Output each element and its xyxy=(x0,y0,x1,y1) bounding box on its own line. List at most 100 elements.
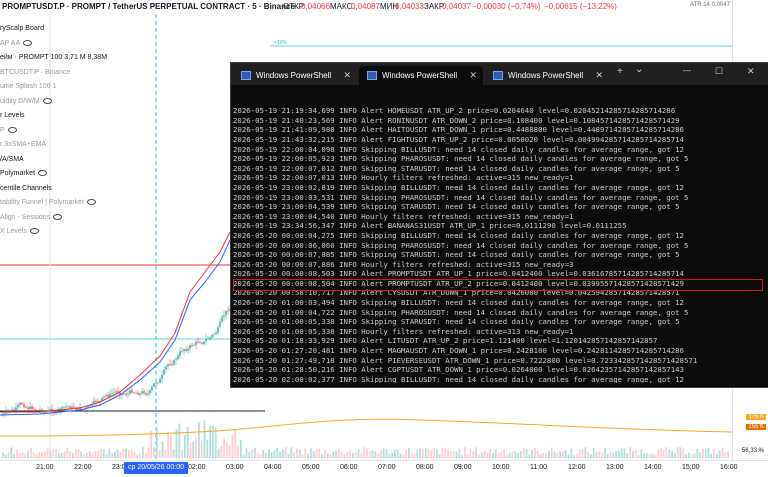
candle-body xyxy=(39,409,41,411)
indicator-item[interactable]: ryScalp Board xyxy=(0,25,44,32)
volume-bar xyxy=(458,449,461,458)
volume-bar xyxy=(69,451,71,458)
volume-bar xyxy=(349,450,351,458)
candle-body xyxy=(151,386,153,391)
eye-icon[interactable] xyxy=(29,228,39,235)
terminal-output[interactable]: 2026-05-19 21:19:34,699 INFO Alert HOMEU… xyxy=(233,87,767,383)
indicator-item[interactable]: r 3xSMA+EMA xyxy=(0,141,46,148)
candle-body xyxy=(127,393,129,395)
tab-powershell-2[interactable]: Windows PowerShell ✕ xyxy=(359,66,483,85)
volume-bar xyxy=(651,453,654,458)
indicator-label: r 3xSMA+EMA xyxy=(0,141,47,148)
volume-bar xyxy=(352,453,354,458)
eye-icon[interactable] xyxy=(42,97,52,104)
volume-bar xyxy=(94,451,97,458)
candle-body xyxy=(215,332,217,335)
volume-bar xyxy=(38,452,41,458)
volume-bar xyxy=(606,453,609,458)
indicator-item[interactable]: r Levels xyxy=(0,112,25,119)
time-tick-label: 15:00 xyxy=(682,464,700,471)
high-label: МАКС xyxy=(330,2,353,11)
indicator-item[interactable]: centile Channels xyxy=(0,185,52,192)
volume-bar xyxy=(466,454,469,458)
volume-label-1: 175 K xyxy=(746,414,766,420)
volume-bar xyxy=(433,448,435,458)
time-tick-label: 06:00 xyxy=(340,464,358,471)
tab-powershell-3[interactable]: Windows PowerShell ✕ xyxy=(485,66,609,85)
candle-body xyxy=(49,409,51,411)
volume-bar xyxy=(632,451,634,458)
maximize-button[interactable]: ☐ xyxy=(715,66,723,77)
terminal-line: 2026-05-19 23:00:03,531 INFO Skipping PH… xyxy=(233,192,689,202)
close-tab-icon[interactable]: ✕ xyxy=(595,66,603,85)
volume-bar xyxy=(534,447,536,458)
eye-icon[interactable] xyxy=(38,170,48,177)
volume-bar xyxy=(612,452,615,458)
indicator-item[interactable]: tability Funnel | Polymarket xyxy=(0,199,96,206)
indicator-item[interactable]: Polymarket xyxy=(0,170,48,177)
close-value: 0,04037 xyxy=(442,2,471,11)
candle-body xyxy=(183,349,185,351)
indicator-item[interactable]: ейм · PROMPT 100 3,71 M 8,38M xyxy=(0,54,107,61)
indicator-item[interactable]: Align - Sessions xyxy=(0,213,63,221)
candle-body xyxy=(17,405,19,408)
eye-icon[interactable] xyxy=(53,213,63,220)
indicator-item[interactable]: BTCUSDT.P · Binance xyxy=(0,69,70,76)
volume-bar xyxy=(172,449,175,458)
high-value: 0,04087 xyxy=(351,2,380,11)
volume-bar xyxy=(167,431,169,458)
indicator-item[interactable]: ume Splash 100 1 xyxy=(0,83,56,90)
minimize-button[interactable]: — xyxy=(683,66,691,75)
candle-body xyxy=(159,379,161,383)
candle-body xyxy=(135,392,137,394)
indicator-item[interactable]: uidity D/W/M xyxy=(0,98,52,105)
tab-dropdown-button[interactable]: ⌄ xyxy=(635,64,643,75)
volume-bar xyxy=(46,448,49,458)
highlight-box xyxy=(233,279,763,291)
volume-bar xyxy=(570,448,573,458)
time-axis[interactable]: 21:0022:0023:001:0002:0003:0004:0005:000… xyxy=(0,460,768,477)
eye-icon[interactable] xyxy=(7,126,17,133)
new-tab-button[interactable]: + xyxy=(617,66,623,77)
candle-body xyxy=(25,407,27,408)
volume-bar xyxy=(514,451,517,458)
indicator-item[interactable]: /A/SMA xyxy=(0,156,24,163)
volume-bar xyxy=(298,449,301,458)
close-window-button[interactable]: ✕ xyxy=(747,66,755,77)
indicator-label: Align - Sessions xyxy=(0,213,51,221)
indicator-item[interactable]: AP AA xyxy=(0,39,33,47)
volume-bar xyxy=(478,454,480,458)
close-tab-icon[interactable]: ✕ xyxy=(343,66,351,85)
candle-body xyxy=(111,393,113,395)
close-tab-icon[interactable]: ✕ xyxy=(469,66,477,85)
indicator-item[interactable]: X Levels xyxy=(0,228,39,235)
powershell-icon xyxy=(493,71,503,81)
powershell-window[interactable]: Windows PowerShell ✕ Windows PowerShell … xyxy=(230,62,768,388)
volume-bar xyxy=(690,454,693,458)
candle-body xyxy=(211,334,213,338)
indicator-item[interactable]: P xyxy=(0,127,17,134)
candle-body xyxy=(187,348,189,351)
volume-bar xyxy=(128,450,130,458)
candle-body xyxy=(213,334,215,335)
volume-bar xyxy=(528,454,531,458)
volume-bar xyxy=(567,454,570,458)
eye-icon[interactable] xyxy=(23,39,33,46)
symbol-title[interactable]: PROMPTUSDT.P · PROMPT / TetherUS PERPETU… xyxy=(2,2,295,11)
tab-bar: Windows PowerShell ✕ Windows PowerShell … xyxy=(231,63,768,85)
volume-bar xyxy=(665,447,668,458)
volume-bar xyxy=(114,451,116,458)
tab-label: Windows PowerShell xyxy=(508,71,584,80)
volume-bar xyxy=(576,453,578,458)
volume-bar xyxy=(354,452,357,458)
eye-icon[interactable] xyxy=(86,199,96,206)
tab-powershell-1[interactable]: Windows PowerShell ✕ xyxy=(233,66,357,85)
candle-body xyxy=(7,410,9,412)
terminal-line: 2026-05-20 01:27:20,481 INFO Alert MAGMA… xyxy=(233,346,684,356)
volume-bar xyxy=(315,449,318,458)
volume-bar xyxy=(293,452,295,458)
volume-bar xyxy=(559,451,561,458)
time-tick-label: 10:00 xyxy=(492,464,510,471)
candle-body xyxy=(141,391,143,394)
volume-bar xyxy=(536,450,539,458)
